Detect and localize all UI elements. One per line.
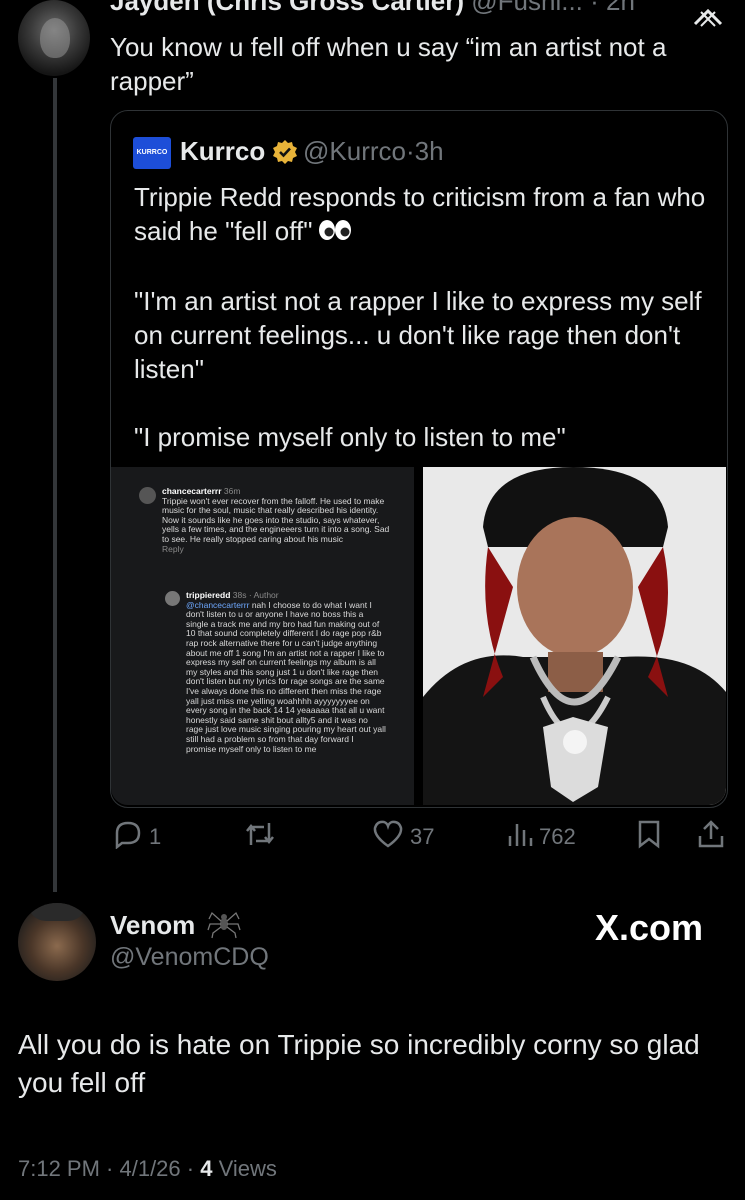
tweet-timestamp[interactable]: 7:12 PM · 4/1/26 ·: [18, 1156, 200, 1181]
collapse-icon[interactable]: [692, 6, 724, 28]
reply-author-name[interactable]: Venom: [110, 910, 195, 941]
like-count: 37: [410, 824, 435, 849]
quote-time[interactable]: 3h: [415, 136, 444, 166]
separator-dot: ·: [405, 136, 415, 166]
views-count: 762: [539, 824, 576, 849]
comment-2-text: nah I choose to do what I want I don't l…: [186, 599, 386, 754]
repost-icon: [244, 819, 276, 855]
top-tweet-header: Jayden (Chris Gross Cartier) @Fushi... ·…: [110, 0, 635, 17]
reply-text: All you do is hate on Trippie so incredi…: [18, 1029, 700, 1098]
media-comment-screenshot[interactable]: chancecarterrr 36m Trippie won't ever re…: [111, 467, 414, 805]
quote-text-line-3: "I promise myself only to listen to me": [134, 422, 566, 453]
tweet-meta: 7:12 PM · 4/1/26 · 4 Views: [18, 1156, 277, 1182]
quote-author-name[interactable]: Kurrco: [180, 136, 265, 167]
like-button[interactable]: 37: [372, 820, 434, 854]
quote-handle[interactable]: @Kurrco: [303, 136, 406, 166]
share-button[interactable]: [697, 820, 725, 854]
comment-1-user: chancecarterrr: [162, 486, 222, 496]
share-icon: [697, 819, 725, 855]
quote-handle-time: @Kurrco·3h: [303, 136, 444, 167]
avatar-venom[interactable]: [18, 903, 96, 981]
commenter-avatar: [139, 487, 156, 504]
comment-2: trippieredd 38s · Author @chancecarterrr…: [186, 591, 386, 805]
quote-text: Trippie Redd responds to criticism from …: [134, 180, 709, 454]
eyes-emoji-icon: [318, 216, 352, 250]
author-avatar: [165, 591, 180, 606]
top-tweet-text: You know u fell off when u say “im an ar…: [110, 32, 667, 96]
top-tweet-name[interactable]: Jayden (Chris Gross Cartier): [110, 0, 464, 16]
views-icon: [507, 820, 533, 854]
comment-1-text: Trippie won't ever recover from the fall…: [162, 495, 390, 544]
x-watermark: X.com: [595, 907, 704, 948]
quote-text-line-1: Trippie Redd responds to criticism from …: [134, 182, 713, 246]
like-icon: [372, 819, 404, 855]
views-label: Views: [212, 1156, 277, 1181]
avatar-top-user[interactable]: [18, 0, 90, 76]
reply-button[interactable]: 1: [113, 820, 161, 854]
spider-emoji-icon: [207, 905, 241, 939]
views-button[interactable]: 762: [507, 820, 576, 854]
reply-author-handle[interactable]: @VenomCDQ: [110, 943, 269, 972]
comment-1-time: 36m: [223, 486, 241, 496]
reply-count: 1: [149, 824, 162, 849]
verified-badge-icon: [272, 139, 298, 165]
media-photo[interactable]: [423, 467, 726, 805]
comment-1: chancecarterrr 36m Trippie won't ever re…: [162, 486, 397, 554]
quote-text-line-2: "I'm an artist not a rapper I like to ex…: [134, 286, 709, 385]
views-number: 4: [200, 1156, 213, 1181]
quote-avatar-logo[interactable]: KURRCO: [133, 137, 171, 169]
bookmark-button[interactable]: [637, 820, 661, 854]
top-tweet-handle[interactable]: @Fushi... · 2h: [471, 0, 635, 16]
thread-line: [53, 78, 57, 892]
comment-2-mention: @chancecarterrr: [186, 599, 250, 610]
bookmark-icon: [637, 819, 661, 855]
reply-icon: [113, 819, 143, 855]
comment-1-reply: Reply: [162, 543, 184, 554]
repost-button[interactable]: [244, 820, 282, 854]
